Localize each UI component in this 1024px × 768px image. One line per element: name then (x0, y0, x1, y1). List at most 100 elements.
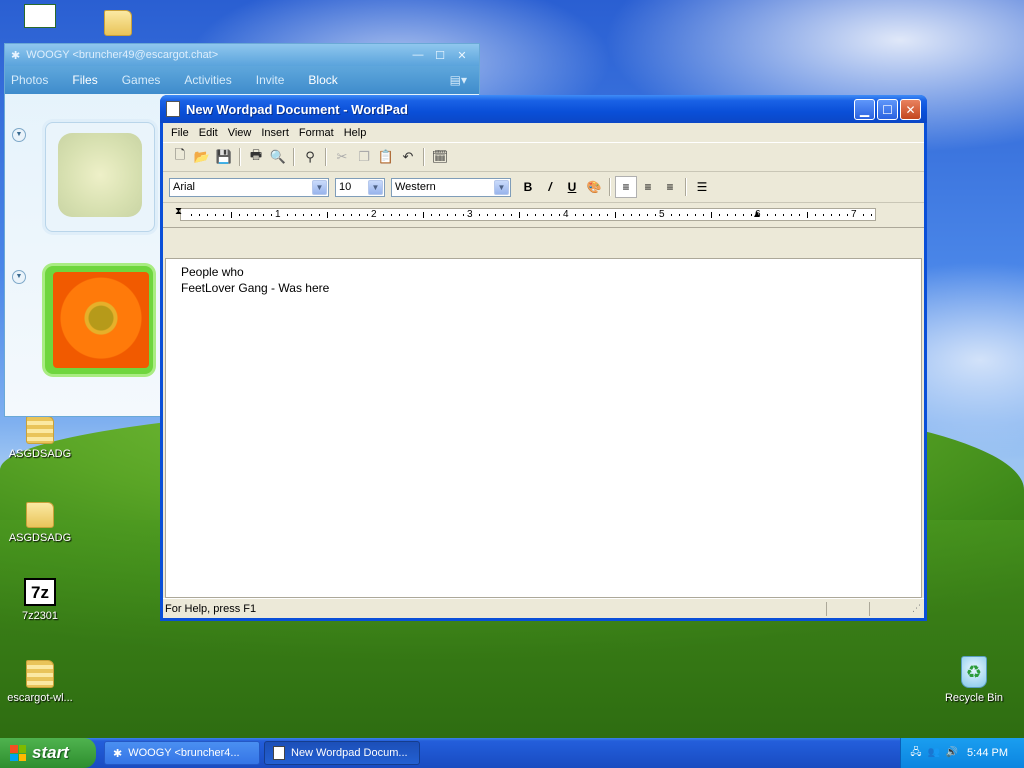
tab-files[interactable]: Files (72, 73, 97, 87)
ruler-tick (583, 214, 584, 216)
ruler-tick (847, 214, 848, 216)
ruler-tick (711, 212, 712, 218)
underline-icon[interactable]: U (561, 176, 583, 198)
font-size-value: 10 (339, 181, 352, 193)
ruler-tick (487, 214, 488, 216)
align-center-icon[interactable]: ≡ (637, 176, 659, 198)
toolbar-separator (423, 148, 425, 166)
desktop-icon-label: escargot-wl... (7, 692, 73, 704)
copy-icon[interactable]: ❐ (353, 146, 375, 168)
open-folder-icon[interactable]: 📂 (191, 146, 213, 168)
font-size-select[interactable]: 10 ▼ (335, 177, 385, 197)
ruler-tick (575, 214, 576, 216)
ruler-tick (559, 214, 560, 216)
document-icon (24, 4, 56, 28)
chevron-down-icon[interactable]: ▼ (312, 179, 327, 195)
toolbar-separator (685, 178, 687, 196)
undo-icon[interactable]: ↶ (397, 146, 419, 168)
ruler[interactable]: 1 2 3 4 5 6 7 ⧗ ▲ (163, 203, 924, 228)
cut-icon[interactable]: ✂ (331, 146, 353, 168)
taskbar-task-messenger[interactable]: ✱ WOOGY <bruncher4... (104, 741, 260, 765)
clock[interactable]: 5:44 PM (967, 747, 1008, 759)
ruler-tick (511, 214, 512, 216)
chevron-down-icon[interactable]: ▼ (368, 179, 383, 195)
save-icon[interactable]: 💾 (213, 146, 235, 168)
desktop-icon-label: ASGDSADG (8, 532, 72, 544)
font-name-select[interactable]: Arial ▼ (169, 177, 329, 197)
desktop-icon-escargot[interactable]: escargot-wl... (0, 660, 80, 704)
wordpad-titlebar[interactable]: New Wordpad Document - WordPad ▁ ☐ ✕ (160, 95, 927, 123)
desktop-icon-folder-top[interactable] (78, 4, 158, 40)
chevron-down-icon[interactable]: ▼ (494, 179, 509, 195)
start-button[interactable]: start (0, 738, 96, 768)
folder-icon (104, 10, 132, 36)
tab-block[interactable]: Block (308, 73, 337, 87)
chevron-down-icon[interactable]: ▼ (12, 270, 26, 284)
ruler-tick (615, 212, 616, 218)
bullets-icon[interactable]: ☰ (691, 176, 713, 198)
paste-icon[interactable]: 📋 (375, 146, 397, 168)
menu-edit[interactable]: Edit (195, 127, 224, 139)
resize-grip-icon[interactable]: ⋰ (912, 603, 924, 614)
italic-icon[interactable]: / (539, 176, 561, 198)
tab-photos[interactable]: Photos (11, 73, 48, 87)
maximize-icon[interactable]: ☐ (429, 49, 451, 62)
volume-icon[interactable]: 🔊 (945, 746, 959, 760)
document-line: People who (181, 265, 244, 279)
new-document-icon[interactable]: 🗋 (169, 146, 191, 168)
ruler-tick (367, 214, 368, 216)
script-value: Western (395, 181, 436, 193)
ruler-tick (343, 214, 344, 216)
menu-help[interactable]: Help (340, 127, 373, 139)
ruler-tick (247, 214, 248, 216)
insert-date-time-icon[interactable]: 🗓 (429, 146, 451, 168)
right-indent-marker[interactable]: ▲ (752, 209, 762, 220)
network-icon[interactable]: 🖧 (909, 746, 923, 760)
menu-view[interactable]: View (224, 127, 258, 139)
messenger-titlebar[interactable]: ✱ WOOGY <bruncher49@escargot.chat> — ☐ ✕ (5, 44, 479, 66)
taskbar-task-wordpad[interactable]: New Wordpad Docum... (264, 741, 420, 765)
close-button[interactable]: ✕ (900, 98, 921, 120)
messenger-status-icon[interactable]: 👥 (927, 746, 941, 760)
desktop-icon-document[interactable] (0, 4, 80, 32)
desktop-icon-7z2301[interactable]: 7z 7z2301 (0, 578, 80, 622)
menu-format[interactable]: Format (295, 127, 340, 139)
desktop-icon-asgdsadg-folder[interactable]: ASGDSADG (0, 496, 80, 544)
chevron-down-icon[interactable]: ▼ (12, 128, 26, 142)
ruler-tick (695, 214, 696, 216)
menu-file[interactable]: File (167, 127, 195, 139)
zip-folder-icon (26, 660, 54, 688)
ruler-tick (335, 214, 336, 216)
tab-games[interactable]: Games (122, 73, 161, 87)
print-preview-icon[interactable]: 🔍 (267, 146, 289, 168)
ruler-tick (775, 214, 776, 216)
desktop-icon-asgdsadg-zip[interactable]: ASGDSADG (0, 416, 80, 460)
ruler-tick (503, 214, 504, 216)
ruler-tick (719, 214, 720, 216)
desktop-icon-recycle-bin[interactable]: ♻ Recycle Bin (934, 656, 1014, 704)
menu-insert[interactable]: Insert (257, 127, 295, 139)
print-icon[interactable]: 🖶 (245, 146, 267, 168)
bold-icon[interactable]: B (517, 176, 539, 198)
options-icon[interactable]: ▤▾ (450, 73, 467, 87)
tab-invite[interactable]: Invite (256, 73, 285, 87)
ruler-tick (671, 214, 672, 216)
ruler-number: 7 (851, 209, 857, 220)
ruler-tick (431, 214, 432, 216)
left-indent-marker[interactable]: ⧗ (175, 206, 182, 217)
tab-activities[interactable]: Activities (184, 73, 231, 87)
document-editor[interactable]: People who FeetLover Gang - Was here (165, 258, 922, 598)
minimize-button[interactable]: ▁ (854, 98, 875, 120)
wordpad-window[interactable]: New Wordpad Document - WordPad ▁ ☐ ✕ Fil… (160, 95, 927, 621)
ruler-tick (311, 214, 312, 216)
find-icon[interactable]: ⚲ (299, 146, 321, 168)
align-right-icon[interactable]: ≡ (659, 176, 681, 198)
align-left-icon[interactable]: ≡ (615, 176, 637, 198)
close-icon[interactable]: ✕ (451, 49, 473, 62)
minimize-icon[interactable]: — (407, 49, 429, 61)
color-icon[interactable]: 🎨 (583, 176, 605, 198)
zip-folder-icon (26, 416, 54, 444)
script-select[interactable]: Western ▼ (391, 177, 511, 197)
ruler-tick (823, 214, 824, 216)
maximize-button[interactable]: ☐ (877, 98, 898, 120)
